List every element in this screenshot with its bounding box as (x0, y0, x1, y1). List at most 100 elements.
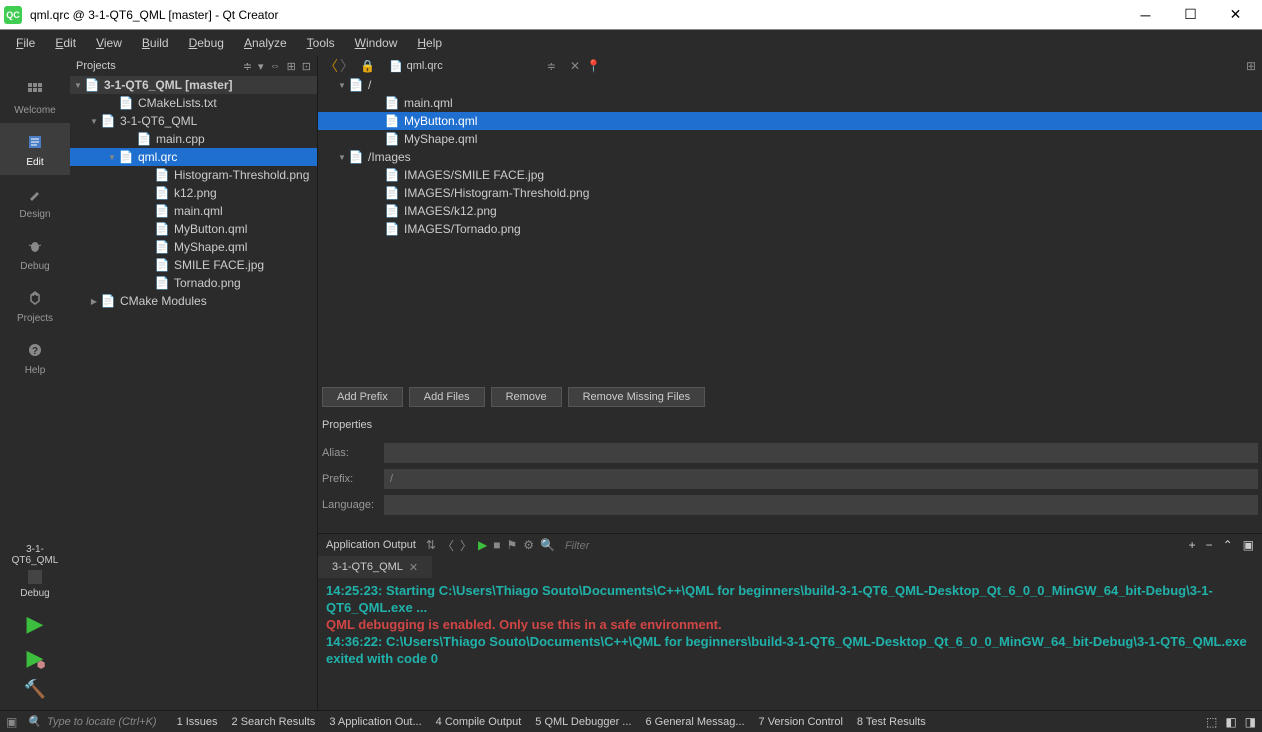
add-pane-icon[interactable]: ⊞ (287, 60, 296, 73)
maximize-button[interactable]: ☐ (1168, 1, 1213, 29)
tree-row[interactable]: ▶📄CMake Modules (70, 292, 317, 310)
status-tab[interactable]: 3 Application Out... (329, 716, 421, 728)
menu-edit[interactable]: Edit (45, 33, 86, 53)
settings-icon[interactable]: ⚙ (523, 538, 534, 552)
status-tab[interactable]: 7 Version Control (759, 716, 843, 728)
mode-edit[interactable]: Edit (0, 123, 70, 175)
menu-help[interactable]: Help (407, 33, 452, 53)
language-input[interactable] (384, 495, 1258, 515)
stop-icon[interactable]: ■ (493, 538, 500, 552)
resource-row[interactable]: 📄IMAGES/Histogram-Threshold.png (318, 184, 1262, 202)
prefix-input[interactable] (384, 469, 1258, 489)
progress-icon[interactable]: ◧ (1225, 715, 1236, 729)
remove-missing-files-button[interactable]: Remove Missing Files (568, 387, 706, 407)
status-tab[interactable]: 4 Compile Output (436, 716, 522, 728)
tree-row[interactable]: 📄MyButton.qml (70, 220, 317, 238)
menu-file[interactable]: File (6, 33, 45, 53)
add-prefix-button[interactable]: Add Prefix (322, 387, 403, 407)
resource-row[interactable]: 📄IMAGES/Tornado.png (318, 220, 1262, 238)
menu-tools[interactable]: Tools (297, 33, 345, 53)
next-icon[interactable]: 〉 (460, 537, 472, 554)
resource-row[interactable]: ▼📄/ (318, 76, 1262, 94)
kit-selector[interactable]: 3-1-QT6_QML Debug (0, 540, 70, 603)
marker-icon[interactable]: 📍 (586, 59, 601, 73)
language-label: Language: (322, 499, 384, 511)
filter-icon[interactable]: ▾ (258, 60, 264, 73)
status-tab[interactable]: 8 Test Results (857, 716, 926, 728)
mode-projects[interactable]: Projects (0, 279, 70, 331)
tree-row[interactable]: 📄main.qml (70, 202, 317, 220)
status-tab[interactable]: 1 Issues (177, 716, 218, 728)
close-file-icon[interactable]: ✕ (570, 59, 580, 73)
window-title: qml.qrc @ 3-1-QT6_QML [master] - Qt Crea… (30, 8, 1123, 22)
resource-row[interactable]: 📄IMAGES/k12.png (318, 202, 1262, 220)
build-button[interactable]: 🔨 (24, 679, 46, 700)
tree-row[interactable]: ▼📄3-1-QT6_QML (70, 112, 317, 130)
remove-button[interactable]: Remove (491, 387, 562, 407)
mode-welcome[interactable]: Welcome (0, 71, 70, 123)
attach-icon[interactable]: ⇅ (426, 538, 436, 552)
qrc-icon: 📄 (389, 60, 403, 73)
run-debug-button[interactable]: ▶⬢ (27, 645, 44, 671)
project-tree[interactable]: ▼📄3-1-QT6_QML [master]📄CMakeLists.txt▼📄3… (70, 76, 317, 710)
resource-row[interactable]: 📄main.qml (318, 94, 1262, 112)
resource-row[interactable]: 📄IMAGES/SMILE FACE.jpg (318, 166, 1262, 184)
menu-build[interactable]: Build (132, 33, 179, 53)
output-panel: Application Output ⇅ 〈 〉 ▶ ■ ⚑ ⚙ 🔍 + − ⌃… (318, 533, 1262, 710)
status-tab[interactable]: 5 QML Debugger ... (535, 716, 631, 728)
toggle-sidebar-icon[interactable]: ⬚ (1206, 715, 1217, 729)
filter-input[interactable] (565, 540, 708, 552)
minimize-button[interactable]: ─ (1123, 1, 1168, 29)
status-tab[interactable]: 6 General Messag... (645, 716, 744, 728)
resource-row[interactable]: ▼📄/Images (318, 148, 1262, 166)
file-icon: 📄 (100, 294, 116, 308)
menu-analyze[interactable]: Analyze (234, 33, 297, 53)
dropdown-icon[interactable]: ≑ (243, 60, 252, 73)
tree-row[interactable]: 📄Tornado.png (70, 274, 317, 292)
tree-row[interactable]: 📄CMakeLists.txt (70, 94, 317, 112)
tree-row[interactable]: 📄MyShape.qml (70, 238, 317, 256)
collapse-icon[interactable]: ⌃ (1223, 538, 1233, 552)
prev-icon[interactable]: 〈 (442, 537, 454, 554)
rerun-icon[interactable]: ▶ (478, 538, 487, 552)
resource-tree[interactable]: ▼📄/📄main.qml📄MyButton.qml📄MyShape.qml▼📄/… (318, 76, 1262, 381)
status-tab[interactable]: 2 Search Results (232, 716, 316, 728)
mode-design[interactable]: Design (0, 175, 70, 227)
tree-row[interactable]: 📄Histogram-Threshold.png (70, 166, 317, 184)
alias-input[interactable] (384, 443, 1258, 463)
lock-icon[interactable]: 🔒 (360, 59, 375, 73)
close-button[interactable]: ✕ (1213, 1, 1258, 29)
close-output-icon[interactable]: ▣ (6, 715, 17, 729)
split-icon[interactable]: ⊞ (1246, 59, 1256, 73)
run-button[interactable]: ▶ (27, 611, 44, 637)
nav-forward-icon[interactable]: 〉 (340, 56, 354, 76)
maximize-output-icon[interactable]: ▣ (1243, 538, 1254, 552)
menu-window[interactable]: Window (345, 33, 408, 53)
mode-help[interactable]: ?Help (0, 331, 70, 383)
tree-row[interactable]: 📄k12.png (70, 184, 317, 202)
file-selector[interactable]: 📄 qml.qrc ≑ (381, 60, 564, 73)
add-tab-icon[interactable]: + (1189, 538, 1196, 552)
mode-debug[interactable]: Debug (0, 227, 70, 279)
console-line: 14:25:23: Starting C:\Users\Thiago Souto… (326, 582, 1254, 616)
tree-row[interactable]: 📄main.cpp (70, 130, 317, 148)
add-files-button[interactable]: Add Files (409, 387, 485, 407)
locate-input[interactable]: 🔍 Type to locate (Ctrl+K) (27, 715, 156, 728)
menu-view[interactable]: View (86, 33, 132, 53)
close-tab-icon[interactable]: ✕ (409, 561, 418, 574)
tree-row[interactable]: 📄SMILE FACE.jpg (70, 256, 317, 274)
tree-row[interactable]: ▼📄qml.qrc (70, 148, 317, 166)
resource-row[interactable]: 📄MyButton.qml (318, 112, 1262, 130)
link-icon[interactable]: ⇔ (270, 60, 281, 73)
mode-sidebar: Welcome Edit Design Debug Projects ?Help… (0, 56, 70, 710)
remove-tab-icon[interactable]: − (1206, 538, 1213, 552)
nav-back-icon[interactable]: 〈 (324, 56, 338, 76)
menu-debug[interactable]: Debug (179, 33, 234, 53)
flag-icon[interactable]: ⚑ (506, 538, 517, 552)
close-pane-icon[interactable]: ⊡ (302, 60, 311, 73)
toggle-right-icon[interactable]: ◨ (1245, 715, 1256, 729)
file-icon: 📄 (384, 132, 400, 146)
resource-row[interactable]: 📄MyShape.qml (318, 130, 1262, 148)
tree-row[interactable]: ▼📄3-1-QT6_QML [master] (70, 76, 317, 94)
output-tab[interactable]: 3-1-QT6_QML ✕ (318, 556, 432, 578)
